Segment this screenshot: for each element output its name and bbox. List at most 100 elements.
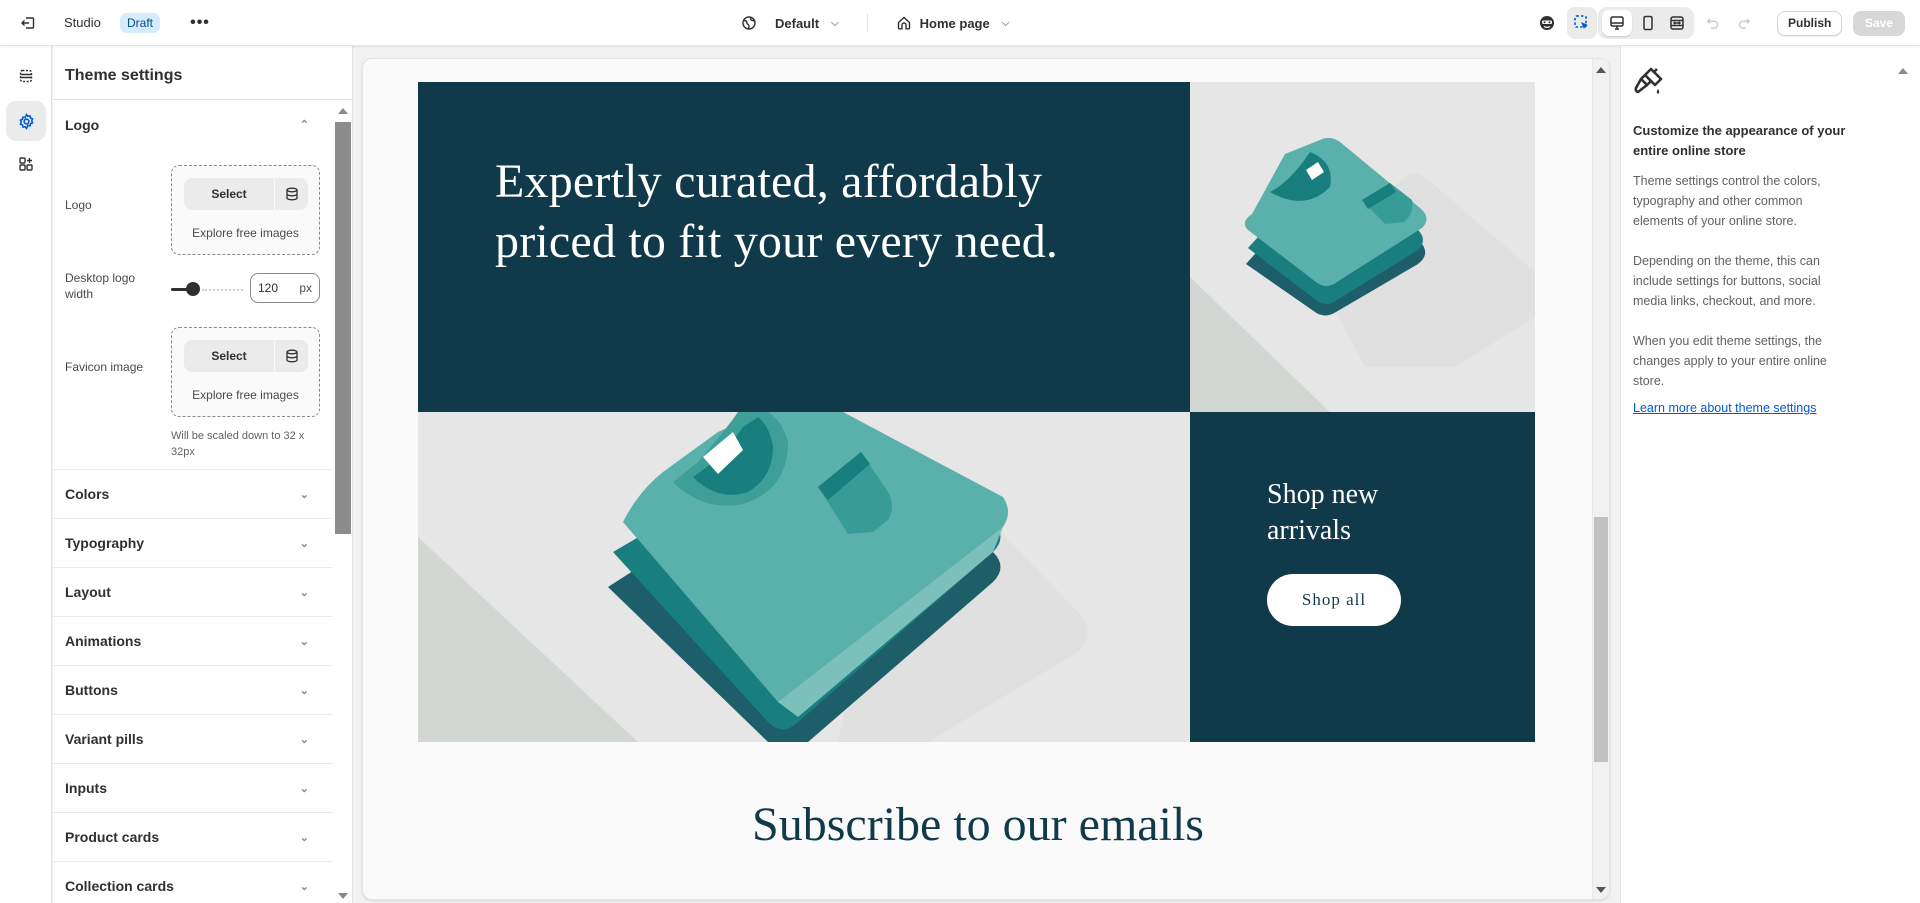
scrollbar-thumb[interactable]: [335, 122, 351, 534]
slider-track: [202, 289, 243, 291]
globe-icon: [742, 16, 756, 30]
folded-shirts-image: [1190, 137, 1535, 412]
accordion-title: Inputs: [65, 780, 107, 796]
slider-thumb[interactable]: [186, 282, 200, 296]
learn-more-link[interactable]: Learn more about theme settings: [1633, 401, 1908, 415]
preview-scrollbar[interactable]: [1592, 59, 1609, 899]
info-title: Customize the appearance of your entire …: [1633, 123, 1846, 158]
accordion-header-logo[interactable]: Logo ⌃: [53, 100, 333, 149]
exit-button[interactable]: [16, 11, 40, 35]
desktop-icon: [1610, 16, 1624, 30]
theme-dropdown-label: Default: [775, 15, 820, 31]
hero-cta-block: Shop new arrivals Shop all: [1190, 412, 1535, 742]
desktop-view-button[interactable]: [1602, 7, 1632, 39]
shop-all-button[interactable]: Shop all: [1267, 574, 1401, 626]
accordion-title: Collection cards: [65, 878, 174, 894]
undo-button[interactable]: [1698, 7, 1728, 39]
favicon-label: Favicon image: [65, 360, 144, 374]
favicon-explore-link[interactable]: Explore free images: [172, 388, 319, 402]
publish-button[interactable]: Publish: [1777, 11, 1843, 36]
logo-explore-link[interactable]: Explore free images: [172, 226, 319, 240]
accordion-inputs[interactable]: Inputs ⌄: [53, 764, 333, 813]
accordion-buttons[interactable]: Buttons ⌄: [53, 666, 333, 715]
hero-text-block: Expertly curated, affordably priced to f…: [418, 82, 1190, 412]
panel-title: Theme settings: [53, 46, 352, 100]
chevron-down-icon: ⌄: [299, 733, 309, 746]
logo-library-button[interactable]: [275, 178, 308, 210]
info-paragraph: Depending on the theme, this can include…: [1633, 254, 1821, 308]
more-actions-button[interactable]: •••: [188, 11, 212, 35]
favicon-hint: Will be scaled down to 32 x 32px: [171, 430, 305, 458]
undo-icon: [1706, 18, 1719, 29]
favicon-library-button[interactable]: [275, 340, 308, 372]
accordion-variant-pills[interactable]: Variant pills ⌄: [53, 715, 333, 764]
store-preview: Expertly curated, affordably priced to f…: [362, 58, 1610, 900]
panel-scrollbar[interactable]: [335, 100, 351, 903]
scrollbar-thumb[interactable]: [1594, 517, 1608, 762]
rail-item-theme-settings[interactable]: [6, 101, 46, 141]
theme-dropdown[interactable]: Default ⌵: [735, 15, 845, 31]
cta-heading: Shop new arrivals: [1267, 479, 1379, 546]
accordion-colors[interactable]: Colors ⌄: [53, 470, 333, 519]
scroll-down-arrow[interactable]: [1596, 887, 1606, 893]
save-button[interactable]: Save: [1853, 11, 1905, 36]
chevron-down-icon: ⌄: [299, 537, 309, 550]
scroll-up-arrow[interactable]: [1898, 68, 1908, 74]
chevron-down-icon: ⌄: [299, 586, 309, 599]
accessibility-icon: [1540, 16, 1554, 30]
scroll-up-arrow[interactable]: [1596, 67, 1606, 73]
theme-settings-panel: Theme settings Logo ⌃ Logo Select Explor…: [53, 46, 353, 903]
redo-button[interactable]: [1729, 7, 1759, 39]
logo-width-input[interactable]: 120 px: [250, 273, 320, 303]
exit-icon: [21, 17, 35, 29]
accordion-product-cards[interactable]: Product cards ⌄: [53, 813, 333, 862]
accordion-animations[interactable]: Animations ⌄: [53, 617, 333, 666]
logo-label: Logo: [65, 198, 92, 212]
accordion-title: Animations: [65, 633, 142, 649]
accordion-title: Typography: [65, 535, 145, 551]
scroll-up-arrow[interactable]: [338, 108, 348, 114]
rail-item-apps[interactable]: [6, 144, 46, 184]
chevron-down-icon: ⌵: [1001, 17, 1010, 29]
gear-icon: [18, 112, 34, 130]
folded-shirts-image: [418, 412, 1088, 742]
accordion-title: Layout: [65, 584, 111, 600]
accordion-collection-cards[interactable]: Collection cards ⌄: [53, 862, 333, 903]
accordion-title: Variant pills: [65, 731, 144, 747]
accordion-layout[interactable]: Layout ⌄: [53, 568, 333, 617]
favicon-select-button[interactable]: Select: [184, 340, 274, 372]
home-icon: [897, 16, 910, 30]
chevron-down-icon: ⌄: [299, 831, 309, 844]
chevron-down-icon: ⌵: [831, 17, 839, 29]
logo-select-button[interactable]: Select: [184, 178, 274, 210]
accordion-logo: Logo ⌃ Logo Select Explore free images D…: [53, 100, 333, 470]
page-dropdown[interactable]: Home page ⌵: [890, 15, 1016, 31]
chevron-down-icon: ⌄: [299, 488, 309, 501]
logo-width-label: Desktop logo width: [65, 271, 136, 301]
rail-item-sections[interactable]: [6, 56, 46, 96]
scroll-down-arrow[interactable]: [338, 893, 348, 899]
info-paragraph: Theme settings control the colors, typog…: [1633, 174, 1821, 228]
mobile-view-button[interactable]: [1633, 7, 1663, 39]
inspector-button[interactable]: [1567, 7, 1597, 39]
sections-icon: [19, 69, 33, 83]
paintbrush-icon: [1634, 67, 1663, 94]
redo-icon: [1738, 18, 1751, 29]
hero-image-top: [1190, 82, 1535, 412]
accordion-typography[interactable]: Typography ⌄: [53, 519, 333, 568]
chevron-down-icon: ⌄: [299, 635, 309, 648]
fullwidth-view-button[interactable]: [1662, 7, 1692, 39]
accordion-list: Colors ⌄ Typography ⌄ Layout ⌄ Animations ⌄ …: [53, 470, 333, 903]
chevron-up-icon: ⌃: [299, 119, 309, 131]
hero-image-bottom: [418, 412, 1190, 742]
database-icon: [285, 187, 298, 201]
apps-icon: [19, 157, 33, 171]
info-panel: Customize the appearance of your entire …: [1620, 46, 1920, 903]
accordion-title: Logo: [65, 116, 100, 133]
logo-width-slider[interactable]: [171, 279, 243, 299]
hero-heading: Expertly curated, affordably priced to f…: [495, 155, 1059, 268]
accessibility-button[interactable]: [1532, 7, 1562, 39]
fullwidth-icon: [1670, 16, 1684, 30]
divider: [866, 14, 868, 32]
info-paragraph: When you edit theme settings, the change…: [1633, 334, 1827, 388]
